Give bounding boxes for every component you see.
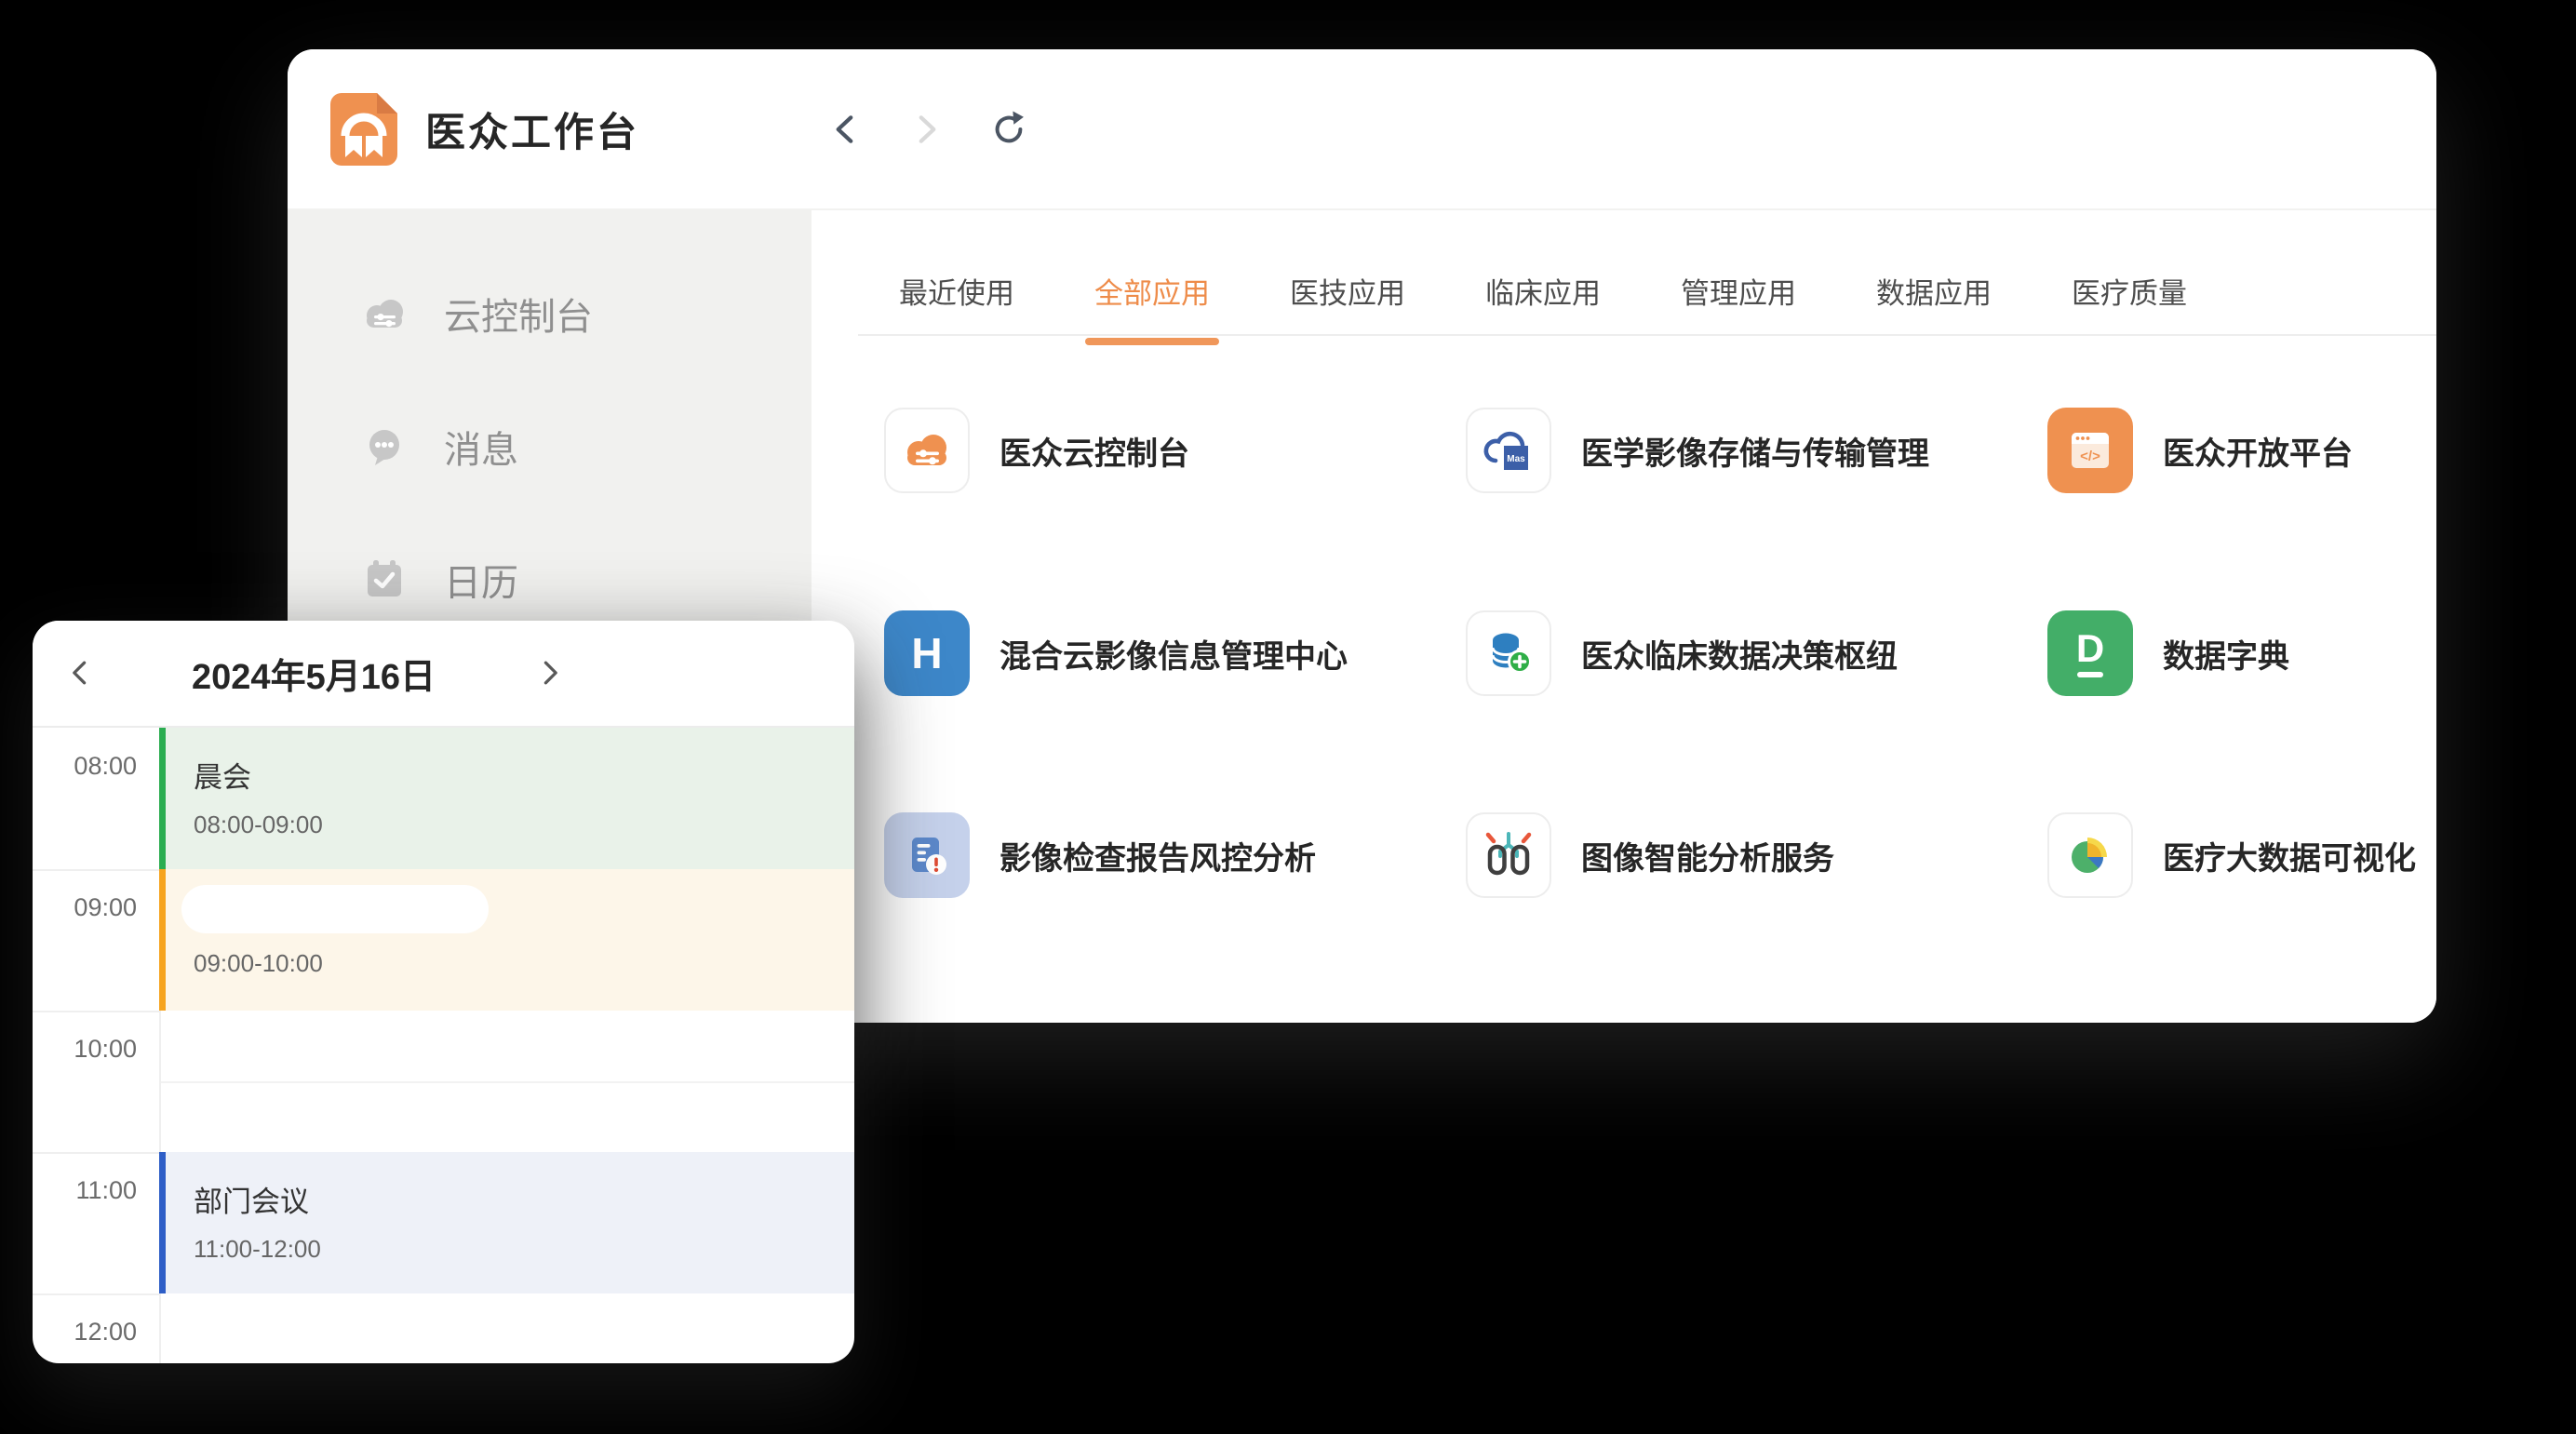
tab-management-apps[interactable]: 管理应用 [1681,270,1796,340]
app-cloud-console[interactable]: 医众云控制台 [884,408,1189,493]
event-department-meeting[interactable]: 部门会议 11:00-12:00 [159,1152,854,1293]
hour-line [33,869,160,871]
tab-bar-divider [858,334,2436,336]
app-image-ai-analysis[interactable]: 图像智能分析服务 [1466,812,1834,898]
event-time: 09:00-10:00 [194,949,323,978]
calendar-day-grid: 08:00 09:00 10:00 11:00 12:00 晨会 08:00-0… [33,728,854,1363]
code-window-icon: </> [2047,408,2133,493]
sidebar-item-label: 日历 [444,553,518,607]
hour-line [33,1152,160,1154]
sidebar-item-label: 云控制台 [444,287,593,341]
app-label: 医众临床数据决策枢纽 [1581,631,1898,677]
chevron-left-icon [64,656,98,690]
tab-recent[interactable]: 最近使用 [899,270,1014,340]
time-label: 12:00 [33,1318,137,1347]
app-title: 医众工作台 [425,101,639,158]
time-label: 08:00 [33,752,137,781]
event-private[interactable]: 09:00-10:00 [159,869,854,1011]
app-big-data-visualization[interactable]: 医疗大数据可视化 [2047,812,2416,898]
tab-bar: 最近使用 全部应用 医技应用 临床应用 管理应用 数据应用 医疗质量 [899,270,2187,340]
app-label: 图像智能分析服务 [1581,833,1834,878]
half-hour-line [161,1081,854,1083]
h-letter: H [911,632,942,675]
chevron-right-icon [532,656,566,690]
back-button[interactable] [822,104,872,154]
event-morning-meeting[interactable]: 晨会 08:00-09:00 [159,728,854,869]
forward-button[interactable] [900,104,950,154]
cloud-settings-icon [360,289,409,338]
app-label: 混合云影像信息管理中心 [1000,631,1348,677]
window-header: 医众工作台 [288,49,2436,210]
time-label: 11:00 [33,1176,137,1205]
tab-clinical-apps[interactable]: 临床应用 [1485,270,1601,340]
cloud-mas-icon: Mas [1466,408,1551,493]
app-hybrid-cloud-imaging[interactable]: H 混合云影像信息管理中心 [884,610,1348,696]
hour-line [33,1011,160,1012]
calendar-panel: 2024年5月16日 08:00 09:00 10:00 11:00 12:00… [33,621,854,1363]
tab-data-apps[interactable]: 数据应用 [1876,270,1992,340]
sidebar-item-label: 消息 [444,420,518,474]
time-label: 09:00 [33,893,137,922]
hour-line [33,1293,160,1295]
calendar-check-icon [360,556,409,604]
report-alert-icon [884,812,970,898]
app-label: 医学影像存储与传输管理 [1581,428,1929,474]
event-title: 部门会议 [194,1178,854,1220]
app-report-risk-analysis[interactable]: 影像检查报告风控分析 [884,812,1316,898]
app-label: 数据字典 [2163,631,2289,677]
app-clinical-data-hub[interactable]: 医众临床数据决策枢纽 [1466,610,1898,696]
dictionary-icon: D [2047,610,2133,696]
orange-cloud-sliders-icon [884,408,970,493]
app-label: 影像检查报告风控分析 [1000,833,1316,878]
tab-all-apps[interactable]: 全部应用 [1094,270,1210,340]
lungs-icon [1466,812,1551,898]
tab-quality[interactable]: 医疗质量 [2072,270,2187,340]
app-content: 最近使用 全部应用 医技应用 临床应用 管理应用 数据应用 医疗质量 医众云控制… [812,210,2436,1023]
refresh-button[interactable] [984,104,1034,154]
sidebar-item-cloud-console[interactable]: 云控制台 [288,247,812,380]
app-medical-image-storage[interactable]: Mas 医学影像存储与传输管理 [1466,408,1929,493]
time-label: 10:00 [33,1035,137,1064]
calendar-prev-button[interactable] [59,650,103,695]
code-glyph: </> [2080,449,2100,464]
chevron-right-icon [905,109,946,150]
d-letter: D [2076,629,2104,668]
redacted-title-pill [181,885,489,933]
app-logo-icon [330,93,397,166]
calendar-header: 2024年5月16日 [33,621,854,726]
event-time: 08:00-09:00 [194,811,854,839]
event-time: 11:00-12:00 [194,1235,854,1264]
message-bubble-icon [360,422,409,471]
dictionary-underline [2077,672,2103,677]
sidebar-item-messages[interactable]: 消息 [288,380,812,513]
tab-medtech-apps[interactable]: 医技应用 [1290,270,1405,340]
app-open-platform[interactable]: </> 医众开放平台 [2047,408,2353,493]
calendar-date: 2024年5月16日 [137,621,490,726]
pie-chart-icon [2047,812,2133,898]
database-plus-icon [1466,610,1551,696]
app-label: 医疗大数据可视化 [2163,833,2416,878]
letter-h-icon: H [884,610,970,696]
event-title: 晨会 [194,754,854,796]
mas-badge: Mas [1507,454,1525,464]
app-label: 医众云控制台 [1000,428,1189,474]
app-data-dictionary[interactable]: D 数据字典 [2047,610,2289,696]
chevron-left-icon [826,109,867,150]
refresh-icon [987,108,1030,151]
app-label: 医众开放平台 [2163,428,2353,474]
calendar-next-button[interactable] [527,650,571,695]
